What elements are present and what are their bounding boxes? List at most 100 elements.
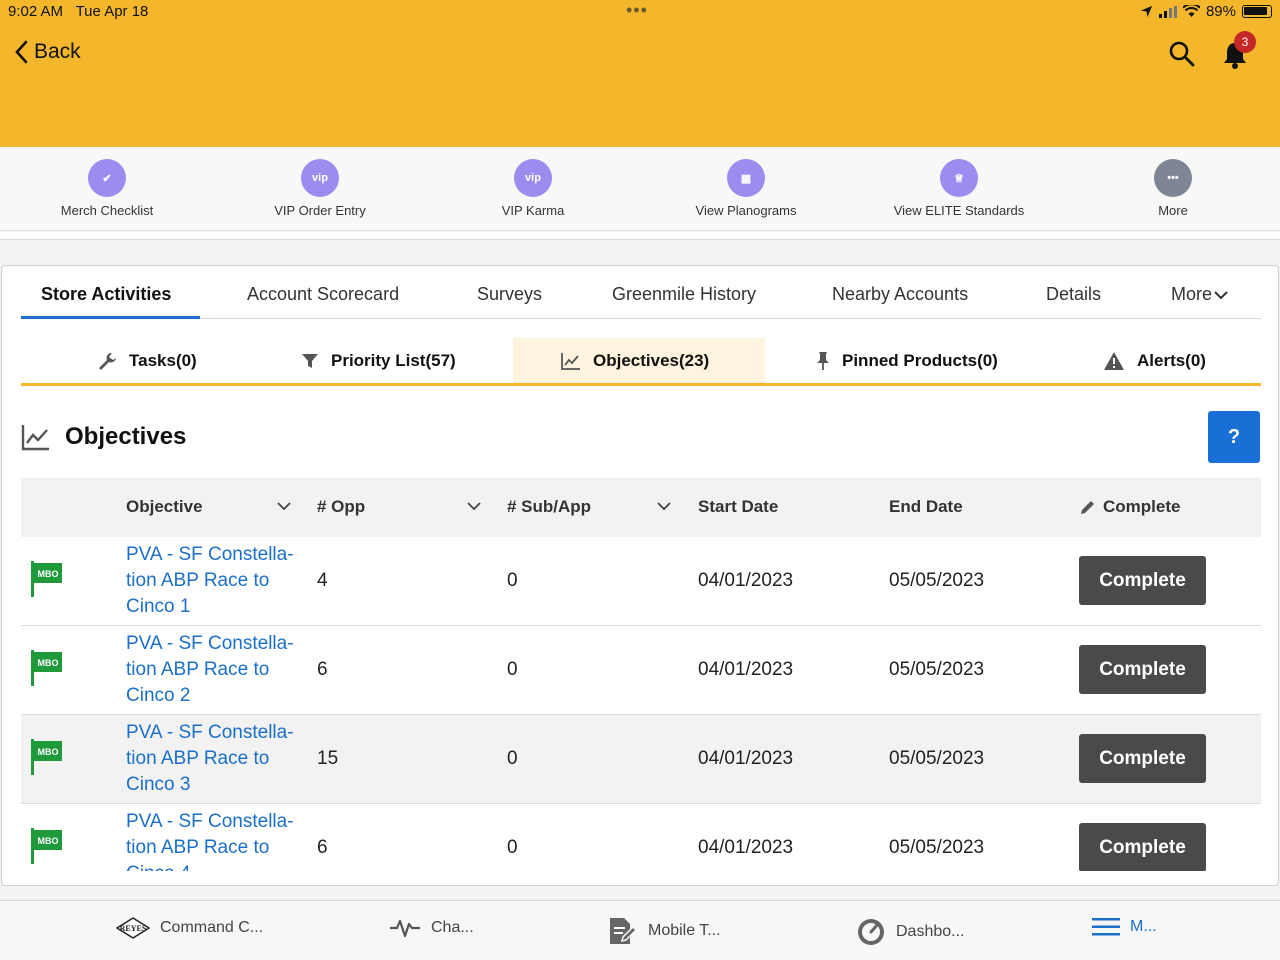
tabbar-dashboards[interactable]: Dashbo...	[856, 917, 964, 947]
objective-link[interactable]: PVA - SF Constella-tion ABP Race to Cinc…	[126, 542, 306, 620]
quick-action-label: More	[1158, 203, 1188, 218]
menu-icon	[1092, 918, 1120, 936]
divider-strip	[0, 232, 1280, 240]
chevron-down-icon[interactable]	[276, 500, 292, 512]
tabbar-menu[interactable]: M...	[1092, 917, 1157, 937]
status-indicators: 89%	[1140, 3, 1272, 20]
mbo-flag-label: MBO	[38, 569, 59, 579]
notification-badge: 3	[1234, 31, 1256, 53]
chevron-down-icon[interactable]	[466, 500, 482, 512]
opp-count: 6	[317, 659, 328, 680]
mbo-flag-label: MBO	[38, 658, 59, 668]
vip-sales-icon: vip	[301, 159, 339, 197]
table-row: MBO PVA - SF Constella-tion ABP Race to …	[21, 626, 1261, 715]
bottom-tab-bar: REYES Command C... Cha... Mobile T... Da…	[0, 900, 1280, 960]
quick-action-more[interactable]: ••• More	[1083, 159, 1263, 218]
table-row: MBO PVA - SF Constella-tion ABP Race to …	[21, 715, 1261, 804]
sub-app-count: 0	[507, 570, 518, 591]
objective-link[interactable]: PVA - SF Constella-tion ABP Race to Cinc…	[126, 809, 306, 871]
gauge-icon	[858, 919, 884, 945]
battery-percent: 89%	[1205, 3, 1236, 20]
start-date: 04/01/2023	[698, 659, 794, 680]
subtab-alerts[interactable]: Alerts(0)	[1103, 338, 1206, 383]
quick-action-label: Merch Checklist	[60, 203, 154, 218]
chart-line-icon	[561, 352, 580, 370]
start-date: 04/01/2023	[698, 837, 794, 858]
column-sub-app[interactable]: # Sub/App	[507, 497, 591, 517]
mbo-flag-icon: MBO	[31, 828, 62, 864]
chevron-left-icon	[15, 40, 28, 64]
trophy-icon: ♕	[940, 159, 978, 197]
table-row: MBO PVA - SF Constella-tion ABP Race to …	[21, 804, 1261, 871]
filter-icon	[302, 353, 318, 368]
subtab-pinned-products[interactable]: Pinned Products(0)	[816, 338, 998, 383]
wifi-icon	[1182, 5, 1200, 17]
reyes-logo-icon: REYES	[116, 917, 150, 939]
tabbar-mobile-t[interactable]: Mobile T...	[608, 917, 721, 945]
mbo-flag-icon: MBO	[31, 561, 62, 597]
column-start-date: Start Date	[698, 497, 779, 516]
chevron-down-icon[interactable]	[656, 500, 672, 512]
quick-action-vip-karma[interactable]: vip VIP Karma	[443, 159, 623, 218]
quick-actions-bar: ✔ Merch Checklist vip VIP Order Entry vi…	[0, 147, 1280, 231]
quick-action-vip-order-entry[interactable]: vip VIP Order Entry	[230, 159, 410, 218]
table-row: MBO PVA - SF Constella-tion ABP Race to …	[21, 537, 1261, 626]
tabbar-chatter[interactable]: Cha...	[389, 917, 474, 939]
quick-action-label: View Planograms	[695, 203, 797, 218]
wrench-icon	[99, 352, 116, 370]
search-icon[interactable]	[1168, 40, 1196, 68]
subtab-tasks[interactable]: Tasks(0)	[97, 338, 197, 383]
tabbar-command-center[interactable]: REYES Command C...	[116, 917, 263, 939]
tab-store-activities[interactable]: Store Activities	[41, 284, 171, 305]
quick-action-label: View ELITE Standards	[893, 203, 1025, 218]
help-button[interactable]: ?	[1208, 411, 1260, 463]
complete-button[interactable]: Complete	[1079, 556, 1206, 605]
start-date: 04/01/2023	[698, 570, 794, 591]
objective-link[interactable]: PVA - SF Constella-tion ABP Race to Cinc…	[126, 720, 306, 798]
quick-action-merch-checklist[interactable]: ✔ Merch Checklist	[17, 159, 197, 218]
multitask-dots[interactable]: •••	[626, 0, 648, 21]
vip-karma-icon: vip	[514, 159, 552, 197]
complete-button[interactable]: Complete	[1079, 823, 1206, 871]
table-header: Objective # Opp # Sub/App Start Date End…	[21, 478, 1261, 537]
tab-surveys[interactable]: Surveys	[477, 284, 542, 305]
tab-details[interactable]: Details	[1046, 284, 1101, 305]
sub-app-count: 0	[507, 659, 518, 680]
subtab-objectives[interactable]: Objectives(23)	[513, 338, 765, 383]
quick-action-label: VIP Karma	[501, 203, 565, 218]
location-icon	[1140, 5, 1153, 18]
active-tab-indicator	[21, 316, 200, 319]
end-date: 05/05/2023	[889, 837, 985, 858]
section-title: Objectives	[65, 423, 187, 450]
mbo-flag-label: MBO	[38, 836, 59, 846]
sub-app-count: 0	[507, 748, 518, 769]
complete-button[interactable]: Complete	[1079, 645, 1206, 694]
back-button[interactable]: Back	[14, 40, 81, 64]
subtab-priority-list[interactable]: Priority List(57)	[301, 338, 456, 383]
objective-link[interactable]: PVA - SF Constella-tion ABP Race to Cinc…	[126, 631, 306, 709]
mbo-flag-label: MBO	[38, 747, 59, 757]
opp-count: 15	[317, 748, 339, 769]
svg-text:REYES: REYES	[120, 924, 147, 933]
tab-greenmile-history[interactable]: Greenmile History	[612, 284, 756, 305]
column-objective[interactable]: Objective	[126, 497, 203, 517]
quick-action-label: VIP Order Entry	[274, 203, 366, 218]
tab-nearby-accounts[interactable]: Nearby Accounts	[832, 284, 968, 305]
table-body: MBO PVA - SF Constella-tion ABP Race to …	[2, 537, 1278, 871]
opp-count: 4	[317, 570, 328, 591]
complete-button[interactable]: Complete	[1079, 734, 1206, 783]
tab-more[interactable]: More	[1171, 284, 1228, 305]
column-end-date: End Date	[889, 497, 963, 516]
column-complete: Complete	[1079, 497, 1180, 517]
section-header: Objectives	[21, 423, 186, 451]
battery-icon	[1242, 5, 1272, 18]
quick-action-view-planograms[interactable]: ▦ View Planograms	[656, 159, 836, 218]
back-label: Back	[34, 40, 81, 63]
mbo-flag-icon: MBO	[31, 650, 62, 686]
opp-count: 6	[317, 837, 328, 858]
column-opp[interactable]: # Opp	[317, 497, 365, 517]
tab-account-scorecard[interactable]: Account Scorecard	[247, 284, 399, 305]
quick-action-view-elite-standards[interactable]: ♕ View ELITE Standards	[869, 159, 1049, 218]
planogram-icon: ▦	[727, 159, 765, 197]
app-header: Back	[0, 24, 1280, 147]
